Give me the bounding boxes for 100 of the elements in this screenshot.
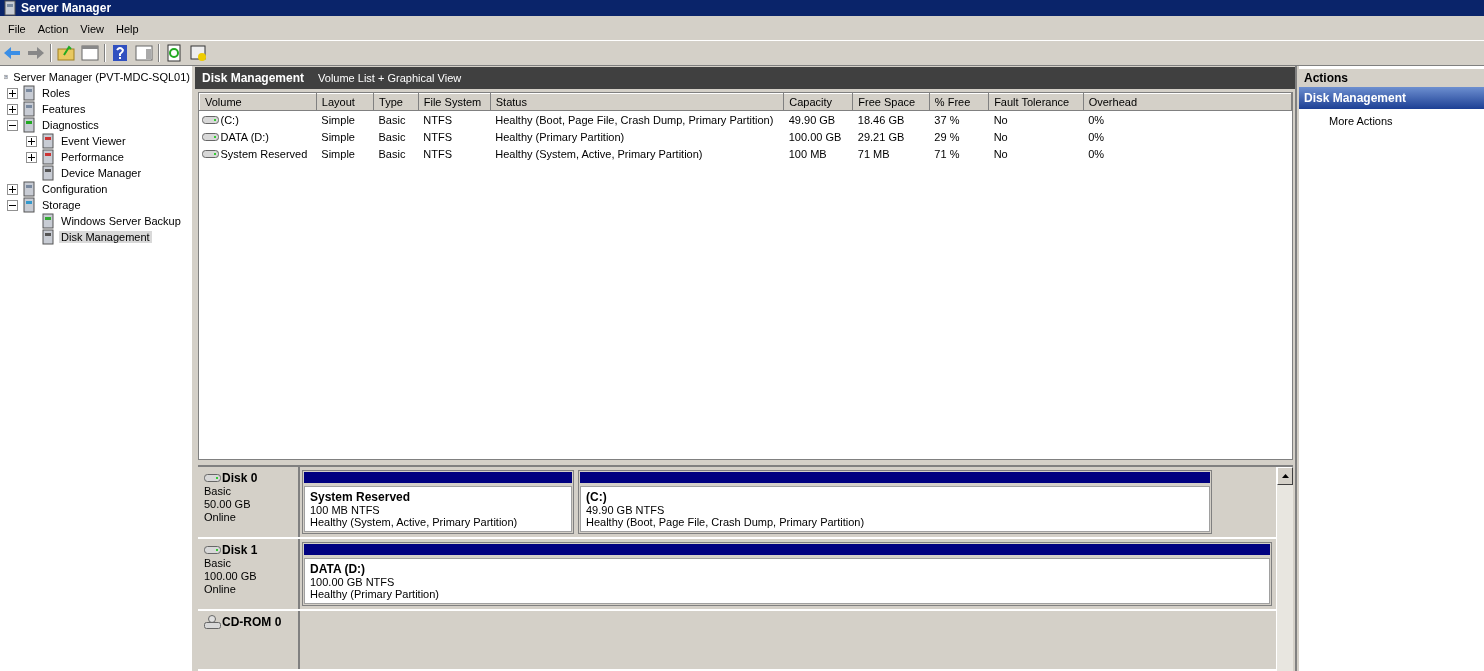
table-cell: 18.46 GB [852,110,930,128]
table-cell: DATA (D:) [220,130,269,143]
scrollbar[interactable] [1276,467,1293,671]
table-cell-text: Simple [320,129,356,145]
drive-icon [201,115,219,124]
table-cell-text: 71 % [933,146,961,162]
table-cell: NTFS [418,110,491,128]
partition-name: (C:) [586,490,608,504]
properties-icon[interactable] [188,43,208,63]
partition-size: 100.00 GB NTFS [310,576,396,588]
table-cell-text: Basic [377,129,407,145]
table-cell-text: No [992,129,1009,145]
disk-detail: 100.00 GB [204,570,258,583]
partition-size: 49.90 GB NTFS [586,504,666,516]
help-icon[interactable] [110,43,130,63]
tree-item[interactable]: Windows Server Backup [59,215,183,227]
disk-detail: Basic [204,485,232,498]
table-cell: 49.90 GB [783,110,853,128]
expand-icon[interactable] [26,135,37,147]
disk-name: Disk 0 [222,471,258,485]
partition-block[interactable]: (C:) 49.90 GB NTFS Healthy (Boot, Page File, Crash Dump, Primary Partition) [578,470,1212,534]
table-cell-text: 0% [1087,146,1106,162]
table-cell: Simple [316,110,374,128]
window-title: Server Manager [21,1,112,15]
partition-size: 100 MB NTFS [310,504,381,516]
table-cell: System Reserved [220,147,308,160]
pane-icon[interactable] [80,43,100,63]
disk-detail: 50.00 GB [204,498,252,511]
table-cell-text: No [992,146,1009,162]
tree-item[interactable]: Event Viewer [59,135,128,147]
table-cell: (C:) [220,113,239,126]
table-cell: 0% [1083,110,1292,128]
table-cell: No [988,110,1084,128]
scroll-up-icon [1281,474,1289,478]
table-cell-text: NTFS [422,129,453,145]
table-cell: 37 % [929,110,989,128]
table-cell-text: Healthy (Primary Partition) [494,129,626,145]
tree-item[interactable]: Configuration [40,183,110,195]
tree-item[interactable]: Roles [40,87,73,99]
partition-status: Healthy (Primary Partition) [310,588,440,600]
collapse-icon[interactable] [7,119,18,131]
tree-item[interactable]: Server Manager (PVT-MDC-SQL01) [11,71,192,83]
tree-item[interactable]: Diagnostics [40,119,101,131]
tree-item[interactable]: Storage [40,199,83,211]
table-cell: Basic [373,110,419,128]
actions-title: Actions [1299,69,1484,87]
partition-status: Healthy (Boot, Page File, Crash Dump, Primary Partition) [586,516,866,528]
column-header[interactable]: Volume [199,93,317,111]
table-cell-text: 100 MB [787,146,828,162]
column-header[interactable]: Status [490,93,784,111]
column-header[interactable]: Layout [316,93,374,111]
column-header[interactable]: Capacity [783,93,853,111]
drive-icon [204,546,221,554]
menu-item[interactable]: Action [31,23,75,35]
drive-icon [204,474,221,482]
expand-icon[interactable] [7,183,18,195]
partition-name: System Reserved [310,490,412,504]
table-cell-text: Basic [377,146,407,162]
disk-detail: Online [204,583,237,596]
view-label: Volume List + Graphical View [318,72,462,84]
expand-icon[interactable] [26,151,37,163]
actions-section[interactable]: Disk Management [1299,87,1484,109]
table-cell-text: NTFS [422,146,453,162]
menu-item[interactable]: Help [109,23,145,35]
table-cell-text: Healthy (System, Active, Primary Partition) [494,146,704,162]
column-header[interactable]: File System [418,93,491,111]
tree-item[interactable]: Features [40,103,88,115]
cd-drive-icon [204,615,221,629]
disk-detail: Online [204,511,237,524]
column-header[interactable]: Type [373,93,419,111]
expand-icon[interactable] [7,87,18,99]
table-cell-text: 0% [1087,129,1106,145]
expand-icon[interactable] [7,103,18,115]
tree-item[interactable]: Device Manager [59,167,144,179]
drive-icon [201,132,219,141]
table-cell: Healthy (Boot, Page File, Crash Dump, Primary Partition) [490,110,784,128]
column-header[interactable]: Fault Tolerance [988,93,1084,111]
partition-name: DATA (D:) [310,562,367,576]
disk-name: CD-ROM 0 [222,615,282,629]
tree-item[interactable]: Performance [59,151,126,163]
column-header[interactable]: Overhead [1083,93,1292,111]
refresh-icon[interactable] [164,43,184,63]
menu-item[interactable]: File [2,23,32,35]
table-cell-text: 29.21 GB [856,129,906,145]
table-cell-text: 71 MB [856,146,891,162]
table-cell-text: Simple [320,146,356,162]
partition-status: Healthy (System, Active, Primary Partition) [310,516,519,528]
action-link[interactable]: More Actions [1299,109,1484,127]
table-cell-text: 100.00 GB [787,129,843,145]
menu-item[interactable]: View [74,23,110,35]
column-header[interactable]: Free Space [852,93,930,111]
disk-detail: Basic [204,557,232,570]
partition-block[interactable]: DATA (D:) 100.00 GB NTFS Healthy (Primary Partition) [302,542,1272,606]
table-cell-text: 29 % [933,129,961,145]
disk-name: Disk 1 [222,543,258,557]
drive-icon [201,149,219,158]
column-header[interactable]: % Free [929,93,989,111]
tree-item[interactable]: Disk Management [59,231,152,243]
collapse-icon[interactable] [7,199,18,211]
partition-block[interactable]: System Reserved 100 MB NTFS Healthy (System, Active, Primary Partition) [302,470,574,534]
